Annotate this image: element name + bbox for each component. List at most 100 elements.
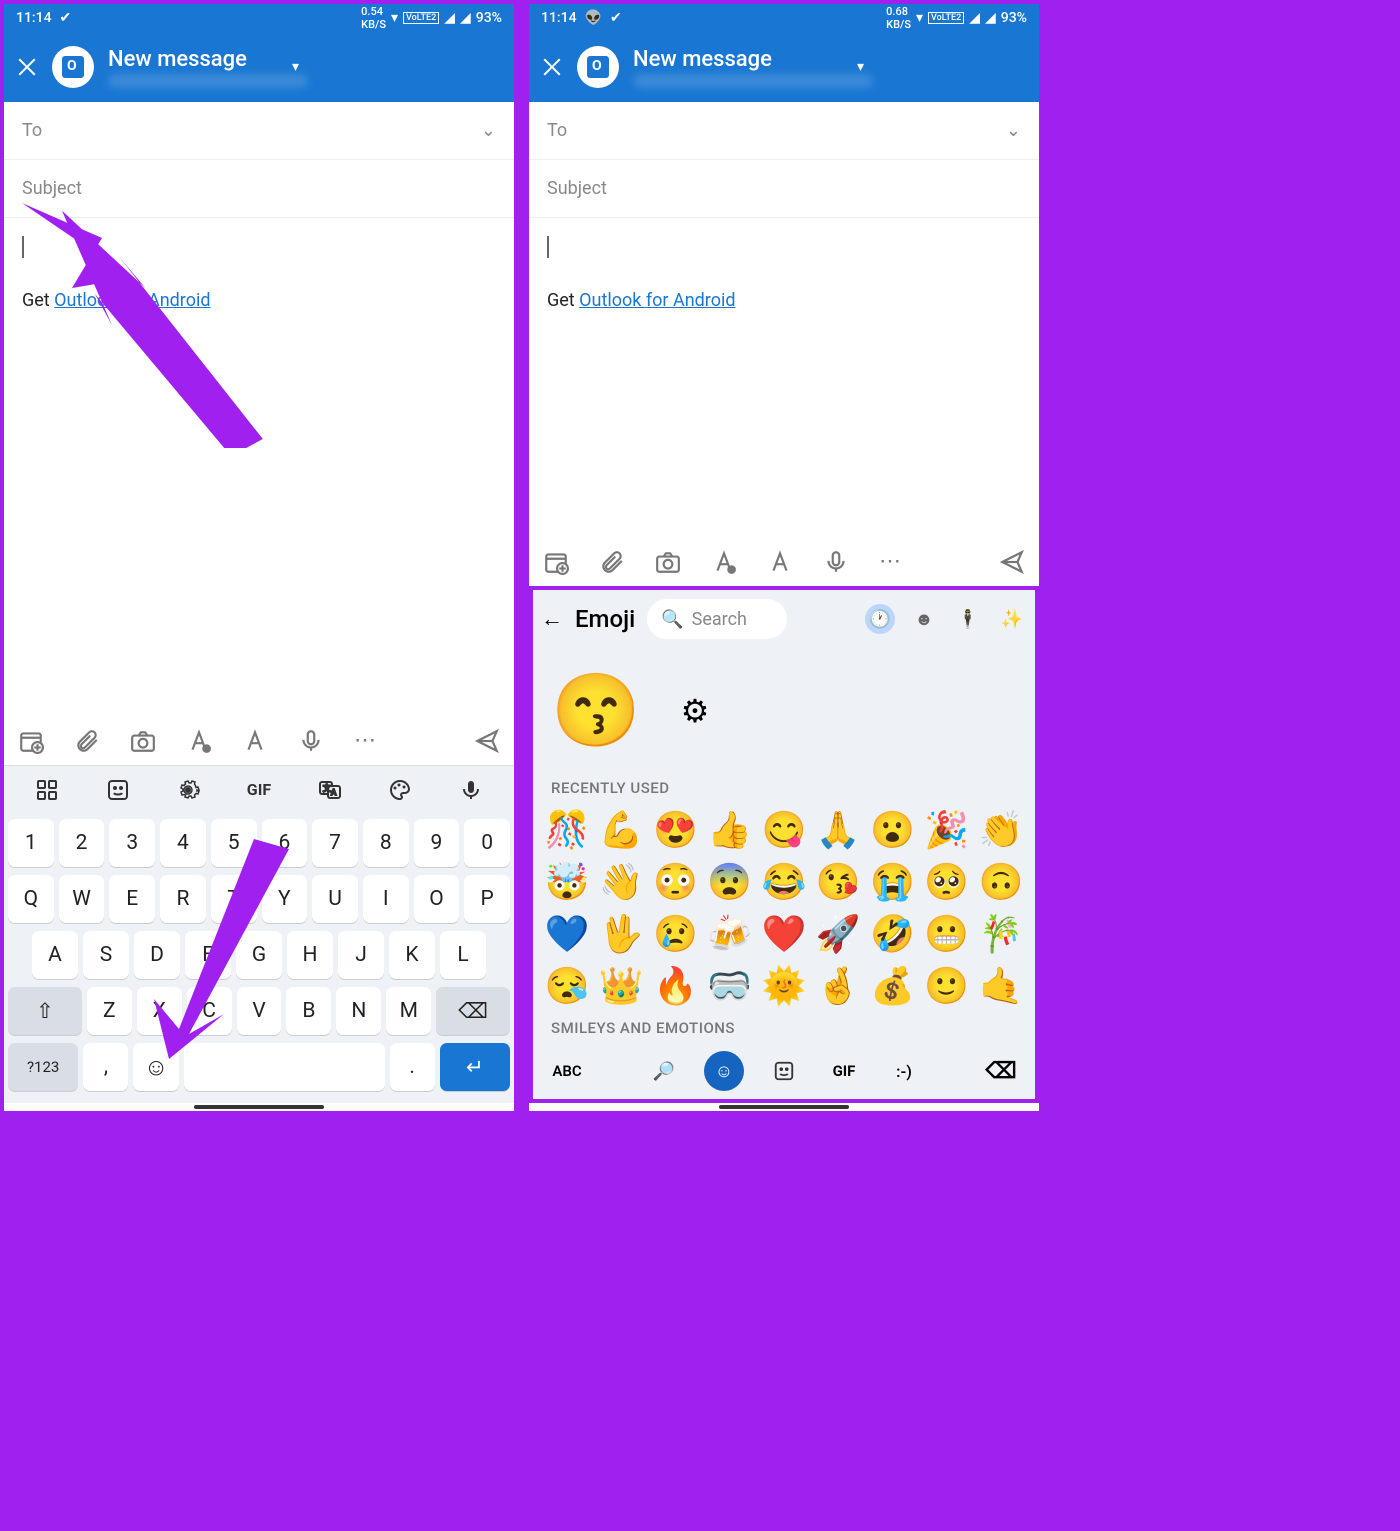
key-W[interactable]: W <box>59 875 105 923</box>
mic-icon[interactable] <box>823 549 849 575</box>
subject-field[interactable]: Subject <box>529 160 1039 218</box>
emoji-item[interactable]: 😭 <box>868 861 916 903</box>
emoji-item[interactable]: 🤣 <box>868 913 916 955</box>
emoji-item[interactable]: 🤞 <box>814 965 862 1007</box>
emoji-item[interactable]: 🎊 <box>543 809 591 851</box>
apps-icon[interactable] <box>33 776 61 804</box>
calendar-add-icon[interactable] <box>543 549 569 575</box>
emoji-item[interactable]: 👑 <box>597 965 645 1007</box>
symbols-key[interactable]: ?123 <box>8 1043 78 1091</box>
key-T[interactable]: T <box>211 875 257 923</box>
header-from-email[interactable] <box>108 74 308 88</box>
emoji-item[interactable]: 💪 <box>597 809 645 851</box>
emoji-item[interactable]: 🤯 <box>543 861 591 903</box>
header-from-email[interactable] <box>633 74 873 88</box>
close-button[interactable] <box>16 56 38 78</box>
more-icon[interactable]: ⋯ <box>879 549 905 575</box>
emoji-item[interactable]: 🙏 <box>814 809 862 851</box>
attachment-icon[interactable] <box>74 728 100 754</box>
emoji-item[interactable]: 😢 <box>651 913 699 955</box>
key-R[interactable]: R <box>160 875 206 923</box>
key-G[interactable]: G <box>236 931 282 979</box>
send-icon[interactable] <box>999 549 1025 575</box>
emoji-search-button[interactable]: 🔎 <box>644 1051 684 1091</box>
subject-field[interactable]: Subject <box>4 160 514 218</box>
key-M[interactable]: M <box>386 987 431 1035</box>
emoji-item[interactable]: 😂 <box>760 861 808 903</box>
emoji-item[interactable]: 🌞 <box>760 965 808 1007</box>
backspace-key[interactable]: ⌫ <box>436 987 510 1035</box>
abc-button[interactable]: ABC <box>547 1051 587 1091</box>
key-P[interactable]: P <box>464 875 510 923</box>
key-A[interactable]: A <box>32 931 78 979</box>
emoji-item[interactable]: 😘 <box>814 861 862 903</box>
sticker-tab-button[interactable] <box>764 1051 804 1091</box>
key-S[interactable]: S <box>83 931 129 979</box>
emoji-tab-celebration[interactable]: ✨ <box>997 604 1027 634</box>
expand-recipients-icon[interactable]: ⌄ <box>1006 120 1021 141</box>
key-Z[interactable]: Z <box>87 987 132 1035</box>
key-E[interactable]: E <box>109 875 155 923</box>
emoji-item[interactable]: 🔥 <box>651 965 699 1007</box>
translate-icon[interactable]: 文A <box>316 776 344 804</box>
key-I[interactable]: I <box>363 875 409 923</box>
key-N[interactable]: N <box>336 987 381 1035</box>
emoji-item[interactable]: 🎋 <box>977 913 1025 955</box>
key-H[interactable]: H <box>287 931 333 979</box>
key-7[interactable]: 7 <box>312 819 358 867</box>
emoji-item[interactable]: 🎉 <box>923 809 971 851</box>
period-key[interactable]: . <box>390 1043 435 1091</box>
key-O[interactable]: O <box>414 875 460 923</box>
emoji-item[interactable]: 👋 <box>597 861 645 903</box>
emoji-item[interactable]: 👏 <box>977 809 1025 851</box>
font-icon[interactable] <box>767 549 793 575</box>
calendar-add-icon[interactable] <box>18 728 44 754</box>
account-avatar[interactable] <box>577 46 619 88</box>
font-icon[interactable] <box>242 728 268 754</box>
gif-label[interactable]: GIF <box>245 776 273 804</box>
key-3[interactable]: 3 <box>109 819 155 867</box>
emoji-tab-recent[interactable]: 🕐 <box>865 604 895 634</box>
comma-key[interactable]: , <box>83 1043 128 1091</box>
key-C[interactable]: C <box>187 987 232 1035</box>
emoji-item[interactable]: 😍 <box>651 809 699 851</box>
emoji-tab-people[interactable]: 🕴 <box>953 604 983 634</box>
attachment-icon[interactable] <box>599 549 625 575</box>
key-6[interactable]: 6 <box>262 819 308 867</box>
emoji-tab-smileys[interactable]: ☻ <box>909 604 939 634</box>
key-V[interactable]: V <box>237 987 282 1035</box>
key-F[interactable]: F <box>185 931 231 979</box>
emoji-item[interactable]: 🍻 <box>706 913 754 955</box>
key-1[interactable]: 1 <box>8 819 54 867</box>
key-2[interactable]: 2 <box>59 819 105 867</box>
key-U[interactable]: U <box>312 875 358 923</box>
account-chevron-icon[interactable]: ▾ <box>857 59 864 75</box>
outlook-link[interactable]: Outlook for Android <box>54 290 210 311</box>
key-4[interactable]: 4 <box>160 819 206 867</box>
font-color-icon[interactable] <box>186 728 212 754</box>
emoji-suggestion-kiss[interactable]: 😙 <box>551 668 641 753</box>
camera-icon[interactable] <box>655 549 681 575</box>
emoji-backspace-button[interactable]: ⌫ <box>981 1051 1021 1091</box>
key-Q[interactable]: Q <box>8 875 54 923</box>
emoji-search[interactable]: 🔍 Search <box>647 599 787 639</box>
emoji-item[interactable]: 😋 <box>760 809 808 851</box>
space-key[interactable] <box>184 1043 385 1091</box>
emoji-back-button[interactable]: ← <box>541 606 563 632</box>
emoji-item[interactable]: 🤙 <box>977 965 1025 1007</box>
key-8[interactable]: 8 <box>363 819 409 867</box>
key-X[interactable]: X <box>137 987 182 1035</box>
key-D[interactable]: D <box>134 931 180 979</box>
key-0[interactable]: 0 <box>464 819 510 867</box>
emoji-item[interactable]: 😨 <box>706 861 754 903</box>
emoji-item[interactable]: 🚀 <box>814 913 862 955</box>
shift-key[interactable]: ⇧ <box>8 987 82 1035</box>
emoji-tab-button[interactable]: ☺ <box>704 1051 744 1091</box>
emoji-item[interactable]: 👍 <box>706 809 754 851</box>
account-avatar[interactable] <box>52 46 94 88</box>
sticker-icon[interactable] <box>104 776 132 804</box>
key-J[interactable]: J <box>338 931 384 979</box>
account-chevron-icon[interactable]: ▾ <box>292 59 299 75</box>
gear-icon[interactable] <box>174 776 202 804</box>
palette-icon[interactable] <box>386 776 414 804</box>
